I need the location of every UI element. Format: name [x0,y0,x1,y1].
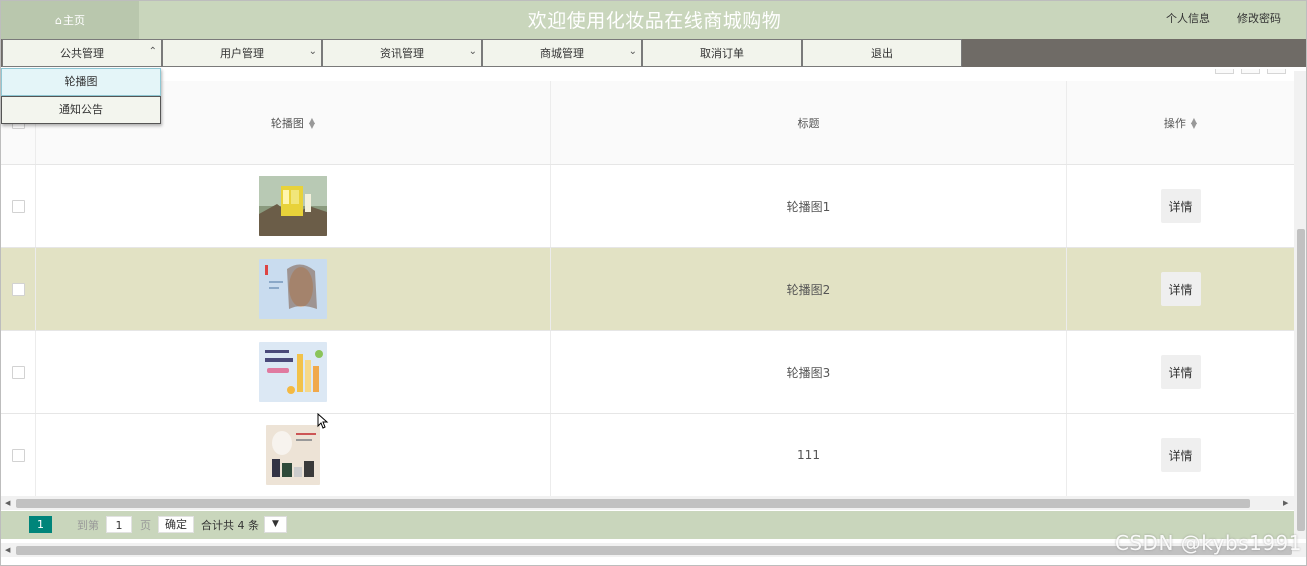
row-checkbox-cell [1,414,36,496]
chevron-down-icon: ⌄ [308,46,317,57]
scroll-right-icon[interactable]: ▶ [1283,499,1288,507]
title-cell: 轮播图2 [551,248,1067,330]
nav-label: 取消订单 [700,47,744,60]
carousel-thumbnail [266,425,320,485]
total-count: 合计共 4 条 [201,519,259,532]
scrollbar-thumb[interactable] [16,546,1292,555]
chevron-down-icon: ⌄ [628,46,637,57]
chevron-up-icon: ⌃ [148,46,157,57]
image-cell [36,165,551,247]
action-cell: 详情 [1067,331,1294,413]
horizontal-scrollbar[interactable]: ◀ ▶ [1,496,1294,510]
vertical-scrollbar[interactable] [1294,71,1306,539]
nav-public-management[interactable]: 公共管理 ⌃ [2,39,162,67]
row-checkbox[interactable] [11,448,25,462]
detail-button[interactable]: 详情 [1160,272,1201,306]
nav-label: 公共管理 [60,47,104,60]
row-checkbox[interactable] [11,199,25,213]
chevron-down-icon: ⌄ [468,46,477,57]
page-size-select[interactable]: ▼ [264,516,287,533]
nav-logout[interactable]: 退出 [802,39,962,67]
main-nav: 公共管理 ⌃ 用户管理 ⌄ 资讯管理 ⌄ 商城管理 ⌄ 取消订单 退出 [1,39,1306,67]
row-checkbox-cell [1,248,36,330]
detail-button[interactable]: 详情 [1160,438,1201,472]
row-checkbox[interactable] [11,365,25,379]
sort-icon[interactable]: ▲ ▼ [1191,116,1197,129]
profile-link[interactable]: 个人信息 [1166,1,1210,37]
table-row[interactable]: 轮播图1 详情 [1,165,1294,248]
watermark: CSDN @kybs1991 [1114,531,1302,555]
image-cell [36,248,551,330]
carousel-thumbnail [259,259,327,319]
table-toolbar [1215,69,1286,74]
page-horizontal-scrollbar[interactable]: ◀ [1,543,1306,557]
carousel-thumbnail [259,342,327,402]
row-checkbox-cell [1,165,36,247]
app-frame: ⌂ 主页 欢迎使用化妆品在线商城购物 个人信息 修改密码 公共管理 ⌃ 用户管理… [0,0,1307,566]
nav-label: 资讯管理 [380,47,424,60]
chevron-down-icon: ▼ [272,519,279,529]
row-checkbox[interactable] [11,282,25,296]
page-unit-label: 页 [140,519,151,532]
site-title: 欢迎使用化妆品在线商城购物 [527,10,782,32]
table-row[interactable]: 轮播图2 详情 [1,248,1294,331]
header-label: 操作 [1163,116,1186,130]
current-page-button[interactable]: 1 [29,516,52,533]
nav-user-management[interactable]: 用户管理 ⌄ [162,39,322,67]
toolbar-button[interactable] [1267,69,1286,74]
scroll-left-icon[interactable]: ◀ [5,546,10,554]
header-title: 标题 [551,81,1067,164]
detail-button[interactable]: 详情 [1160,355,1201,389]
title-cell: 轮播图1 [551,165,1067,247]
nav-mall-management[interactable]: 商城管理 ⌄ [482,39,642,67]
goto-label: 到第 [77,519,99,532]
image-cell [36,331,551,413]
scrollbar-thumb[interactable] [16,499,1250,508]
public-management-dropdown: 轮播图 通知公告 [1,68,161,124]
scrollbar-thumb[interactable] [1297,229,1305,531]
mouse-cursor-icon [317,413,329,429]
action-cell: 详情 [1067,248,1294,330]
action-cell: 详情 [1067,414,1294,496]
detail-button[interactable]: 详情 [1160,189,1201,223]
action-cell: 详情 [1067,165,1294,247]
change-password-link[interactable]: 修改密码 [1237,1,1281,37]
toolbar-button[interactable] [1241,69,1260,74]
nav-news-management[interactable]: 资讯管理 ⌄ [322,39,482,67]
toolbar-button[interactable] [1215,69,1234,74]
table-row[interactable]: 轮播图3 详情 [1,331,1294,414]
dropdown-item-notice[interactable]: 通知公告 [1,96,161,124]
confirm-page-button[interactable]: 确定 [158,516,194,533]
carousel-thumbnail [259,176,327,236]
header-label: 标题 [797,116,820,130]
carousel-table: 轮播图 ▲ ▼ 标题 操作 ▲ ▼ 轮播图1 详情 轮播图2 详情 轮播图3 详… [1,81,1294,497]
page-number-input[interactable]: 1 [106,516,132,533]
nav-label: 退出 [871,47,893,60]
title-cell: 轮播图3 [551,331,1067,413]
scroll-left-icon[interactable]: ◀ [5,499,10,507]
dropdown-item-carousel[interactable]: 轮播图 [1,68,161,96]
nav-label: 用户管理 [220,47,264,60]
header-label: 轮播图 [270,116,304,130]
table-row[interactable]: 111 详情 [1,414,1294,497]
pagination: 1 到第 1 页 确定 合计共 4 条 ▼ [1,511,1294,539]
title-cell: 111 [551,414,1067,496]
row-checkbox-cell [1,331,36,413]
header-action[interactable]: 操作 ▲ ▼ [1067,81,1294,164]
sort-icon[interactable]: ▲ ▼ [309,116,315,129]
nav-cancel-order[interactable]: 取消订单 [642,39,802,67]
nav-label: 商城管理 [540,47,584,60]
top-header: ⌂ 主页 欢迎使用化妆品在线商城购物 个人信息 修改密码 [1,1,1306,39]
table-header: 轮播图 ▲ ▼ 标题 操作 ▲ ▼ [1,81,1294,165]
image-cell [36,414,551,496]
